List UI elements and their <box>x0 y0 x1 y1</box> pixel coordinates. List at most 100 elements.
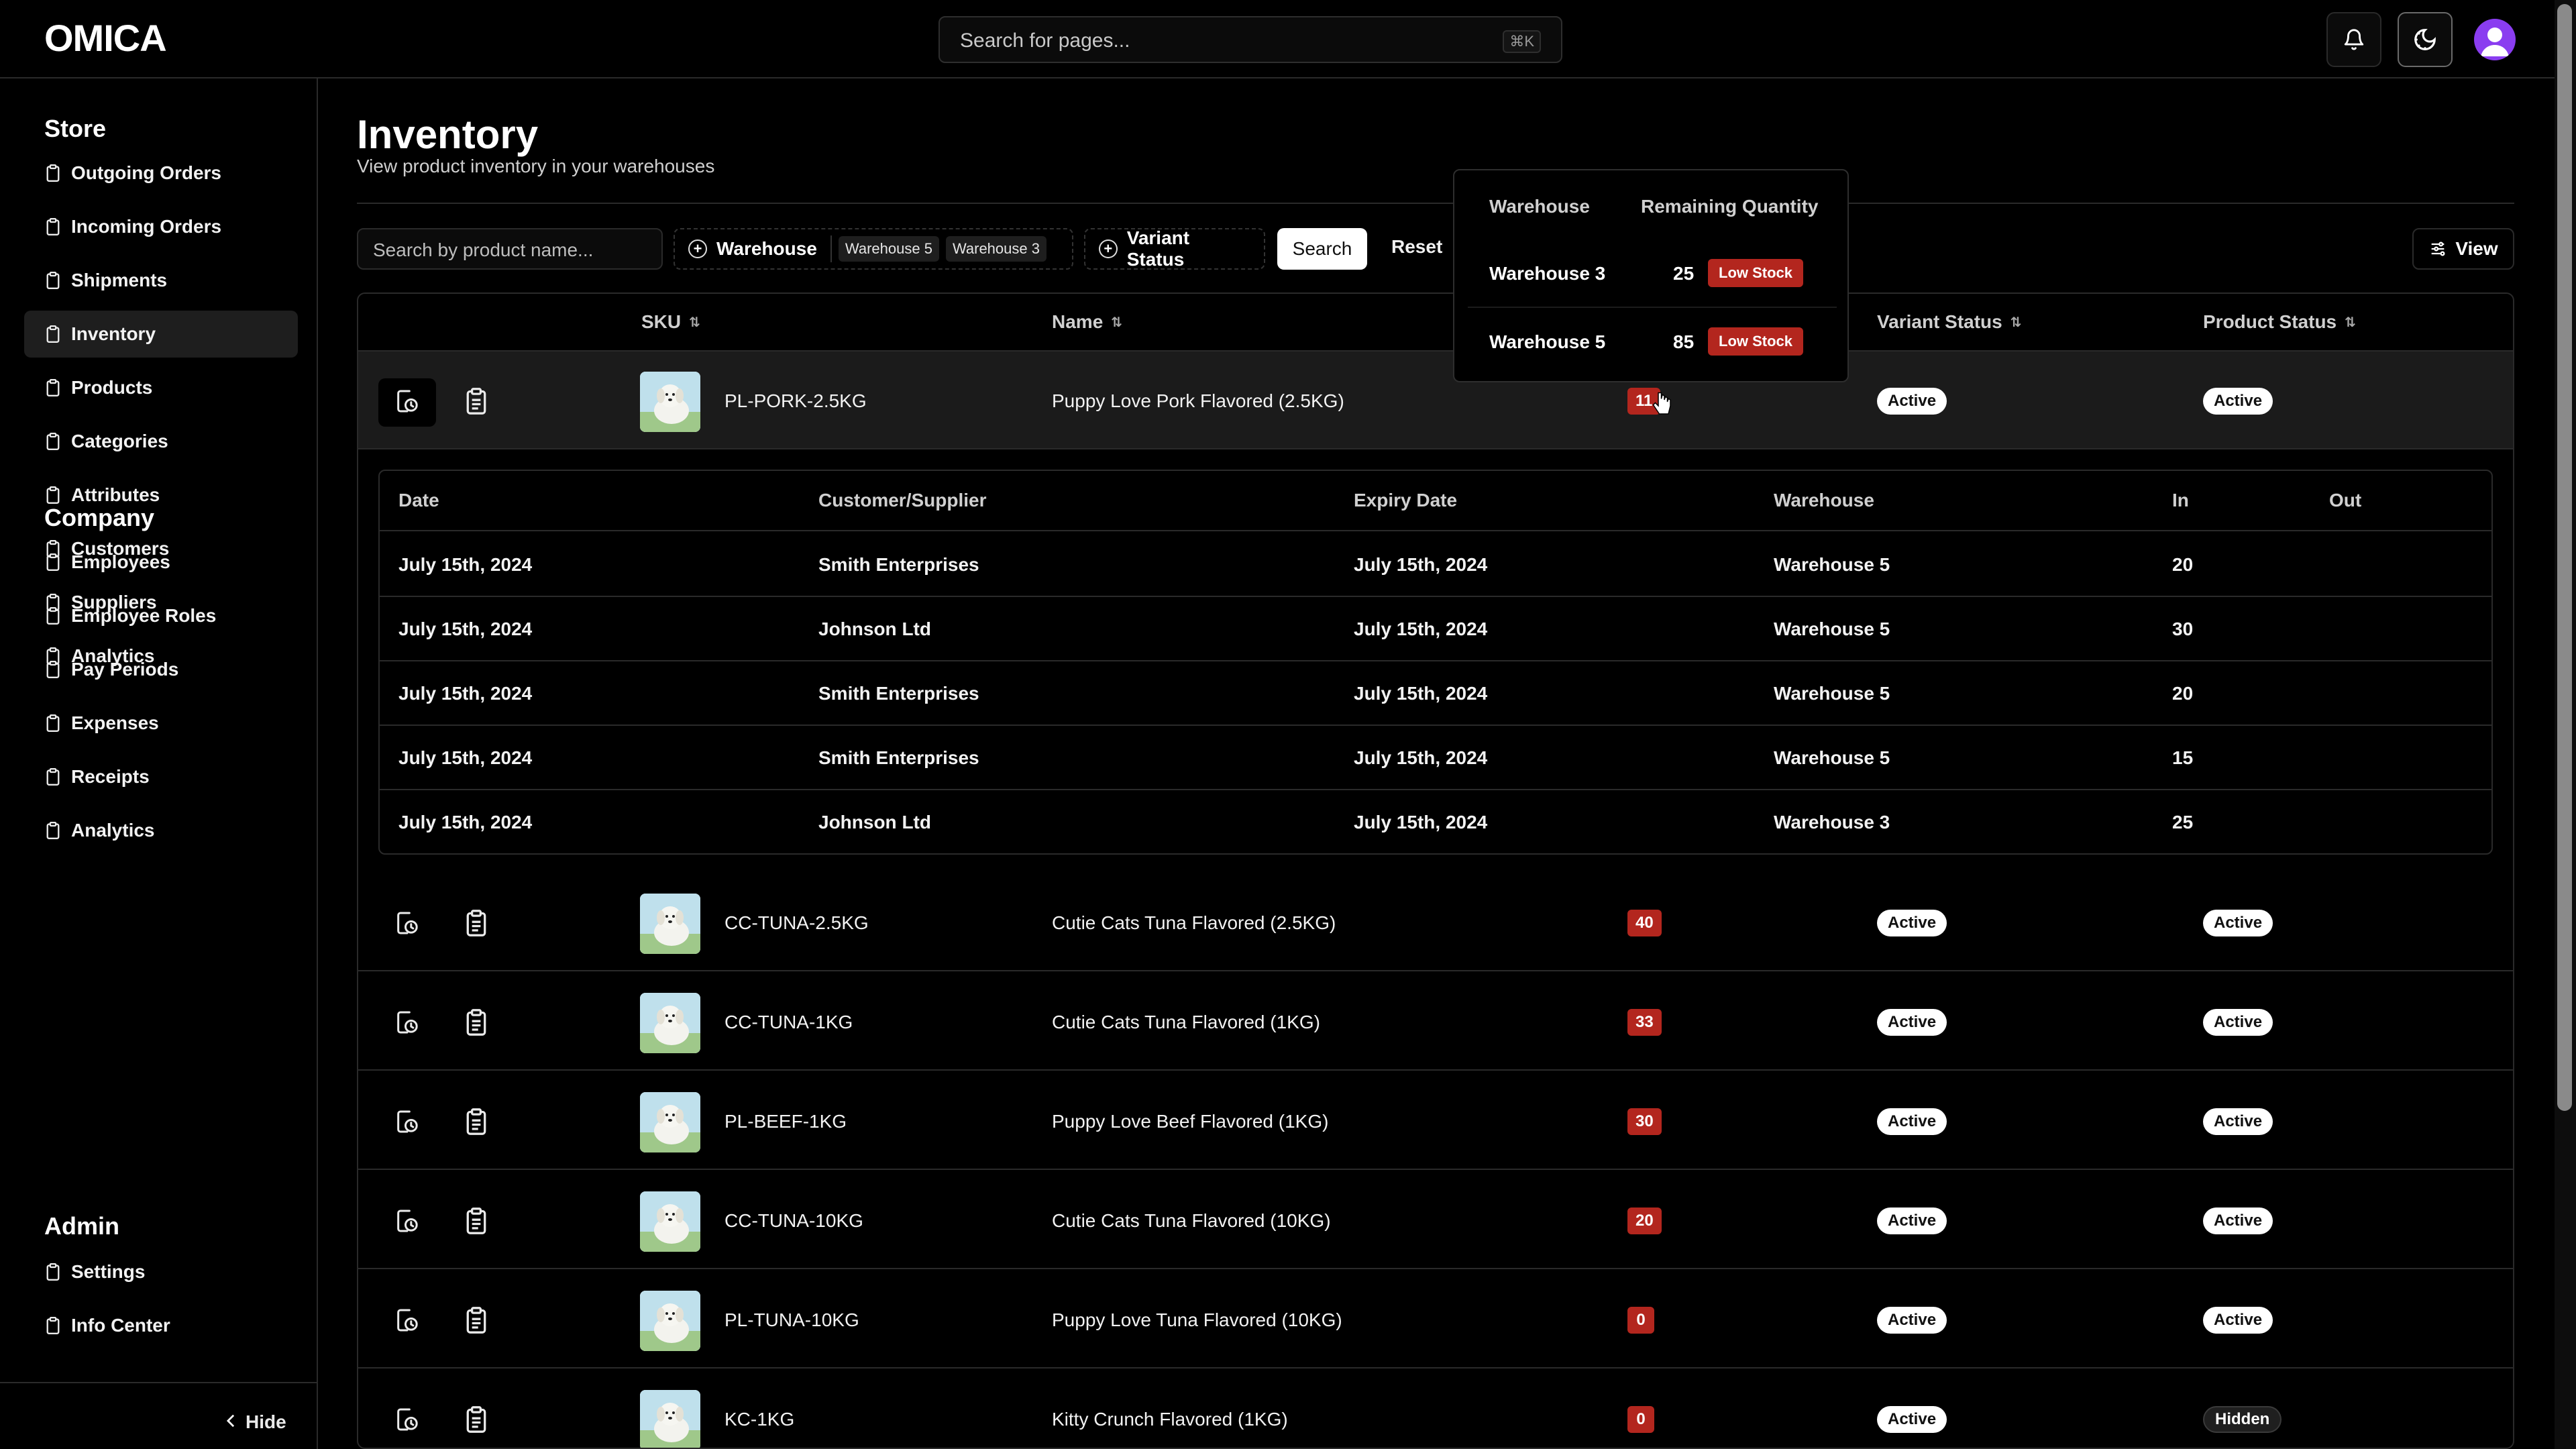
hide-sidebar-button[interactable]: Hide <box>225 1411 286 1433</box>
sidebar-item-receipts[interactable]: Receipts <box>24 753 298 800</box>
party-cell: Smith Enterprises <box>818 683 979 704</box>
date-cell: July 15th, 2024 <box>398 747 533 768</box>
stock-history-button[interactable] <box>378 1297 436 1346</box>
details-button[interactable] <box>452 900 500 949</box>
sidebar-item-label: Info Center <box>71 1315 170 1336</box>
quantity-badge[interactable]: 30 <box>1627 1108 1662 1135</box>
party-column-header: Customer/Supplier <box>818 490 987 511</box>
search-button[interactable]: Search <box>1277 228 1367 270</box>
sidebar-item-analytics[interactable]: Analytics <box>24 807 298 854</box>
product-status-header-label: Product Status <box>2203 311 2337 332</box>
table-row[interactable]: CC-TUNA-1KG Cutie Cats Tuna Flavored (1KG… <box>358 973 2513 1071</box>
table-row[interactable]: KC-1KG Kitty Crunch Flavored (1KG) 0 Active… <box>358 1370 2513 1448</box>
moon-sun-icon <box>2414 29 2436 50</box>
table-row[interactable]: PL-BEEF-1KG Puppy Love Beef Flavored (1KG… <box>358 1072 2513 1170</box>
hide-sidebar-label: Hide <box>246 1411 286 1432</box>
sidebar-item-employee-roles[interactable]: Employee Roles <box>24 592 298 639</box>
in-column-header: In <box>2172 490 2189 511</box>
product-status-column-header[interactable]: Product Status ⇅ <box>2203 311 2356 333</box>
quantity-badge[interactable]: 40 <box>1627 910 1662 936</box>
scrollbar-thumb[interactable] <box>2557 4 2572 1111</box>
clipboard-list-icon <box>465 1306 488 1337</box>
details-button[interactable] <box>452 378 500 427</box>
clipboard-icon <box>46 486 62 504</box>
details-button[interactable] <box>452 1000 500 1048</box>
divider <box>357 203 2514 204</box>
clipboard-icon <box>46 1316 62 1335</box>
details-button[interactable] <box>452 1397 500 1445</box>
store-section-title: Store <box>44 115 107 142</box>
details-button[interactable] <box>452 1099 500 1147</box>
sidebar-item-inventory[interactable]: Inventory <box>24 311 298 358</box>
view-options-button[interactable]: View <box>2412 228 2514 270</box>
history-icon <box>394 1307 421 1337</box>
sidebar-item-outgoing-orders[interactable]: Outgoing Orders <box>24 150 298 197</box>
stock-history-button[interactable] <box>378 1000 436 1048</box>
stock-history-button[interactable] <box>378 1099 436 1147</box>
variant-status-badge: Active <box>1877 388 1947 415</box>
details-button[interactable] <box>452 1297 500 1346</box>
warehouse-filter-button[interactable]: + Warehouse Warehouse 5 Warehouse 3 <box>674 228 1073 270</box>
stock-history-button[interactable] <box>378 1198 436 1246</box>
name-cell: Kitty Crunch Flavored (1KG) <box>1052 1409 1288 1430</box>
sidebar-item-settings[interactable]: Settings <box>24 1248 298 1295</box>
name-column-header[interactable]: Name ⇅ <box>1052 311 1122 333</box>
sort-icon: ⇅ <box>2010 315 2022 330</box>
clipboard-icon <box>46 217 62 236</box>
warehouse-cell: Warehouse 5 <box>1774 747 1890 768</box>
quantity-badge[interactable]: 0 <box>1627 1406 1654 1433</box>
sidebar-item-incoming-orders[interactable]: Incoming Orders <box>24 203 298 250</box>
sidebar-item-categories[interactable]: Categories <box>24 418 298 465</box>
sidebar-item-expenses[interactable]: Expenses <box>24 700 298 747</box>
quantity-badge[interactable]: 0 <box>1627 1307 1654 1334</box>
sidebar-item-shipments[interactable]: Shipments <box>24 257 298 304</box>
date-cell: July 15th, 2024 <box>398 683 533 704</box>
stock-history-button[interactable] <box>378 1397 436 1445</box>
quantity-badge[interactable]: 33 <box>1627 1009 1662 1036</box>
party-cell: Smith Enterprises <box>818 554 979 575</box>
clipboard-icon <box>46 271 62 290</box>
sidebar-item-employees[interactable]: Employees <box>24 539 298 586</box>
low-stock-badge: Low Stock <box>1708 259 1804 287</box>
out-column-header: Out <box>2329 490 2362 511</box>
product-search-input[interactable]: Search by product name... <box>357 228 663 270</box>
product-thumbnail <box>640 993 700 1053</box>
reset-button[interactable]: Reset <box>1391 236 1442 258</box>
variant-status-badge: Active <box>1877 1406 1947 1433</box>
variant-status-filter-button[interactable]: + Variant Status <box>1084 227 1265 270</box>
name-cell: Cutie Cats Tuna Flavored (1KG) <box>1052 1012 1320 1032</box>
sidebar-item-info-center[interactable]: Info Center <box>24 1302 298 1349</box>
table-row[interactable]: CC-TUNA-10KG Cutie Cats Tuna Flavored (10… <box>358 1171 2513 1269</box>
shortcut-hint: ⌘K <box>1503 30 1541 53</box>
details-button[interactable] <box>452 1198 500 1246</box>
sidebar-item-products[interactable]: Products <box>24 364 298 411</box>
sidebar-item-pay-periods[interactable]: Pay Periods <box>24 646 298 693</box>
variant-status-column-header[interactable]: Variant Status ⇅ <box>1877 311 2022 333</box>
clipboard-icon <box>46 714 62 733</box>
history-icon <box>394 1406 421 1436</box>
product-status-badge: Active <box>2203 1307 2273 1334</box>
history-icon <box>394 388 421 418</box>
table-row[interactable]: PL-TUNA-10KG Puppy Love Tuna Flavored (10… <box>358 1271 2513 1368</box>
history-icon <box>394 1009 421 1039</box>
product-thumbnail <box>640 372 700 432</box>
clipboard-icon <box>46 767 62 786</box>
sku-column-header[interactable]: SKU ⇅ <box>641 311 700 333</box>
stock-movements-panel: Date Customer/Supplier Expiry Date Wareh… <box>378 470 2493 855</box>
user-avatar[interactable] <box>2474 19 2516 60</box>
table-row[interactable]: PL-PORK-2.5KG Puppy Love Pork Flavored (2… <box>358 352 2513 449</box>
stock-history-button[interactable] <box>378 378 436 427</box>
page-search-input[interactable]: Search for pages... ⌘K <box>938 16 1562 63</box>
history-icon <box>394 1208 421 1238</box>
name-cell: Cutie Cats Tuna Flavored (10KG) <box>1052 1210 1331 1231</box>
stock-history-button[interactable] <box>378 900 436 949</box>
warehouse-cell: Warehouse 3 <box>1774 812 1890 833</box>
notifications-button[interactable] <box>2326 12 2381 67</box>
table-row[interactable]: CC-TUNA-2.5KG Cutie Cats Tuna Flavored (2… <box>358 873 2513 971</box>
bell-icon <box>2344 29 2364 50</box>
quantity-badge[interactable]: 20 <box>1627 1208 1662 1234</box>
sku-cell: PL-PORK-2.5KG <box>724 390 867 411</box>
app-logo[interactable]: OMICA <box>44 16 167 60</box>
popover-quantity: 85 <box>1673 331 1695 352</box>
theme-toggle-button[interactable] <box>2398 12 2453 67</box>
